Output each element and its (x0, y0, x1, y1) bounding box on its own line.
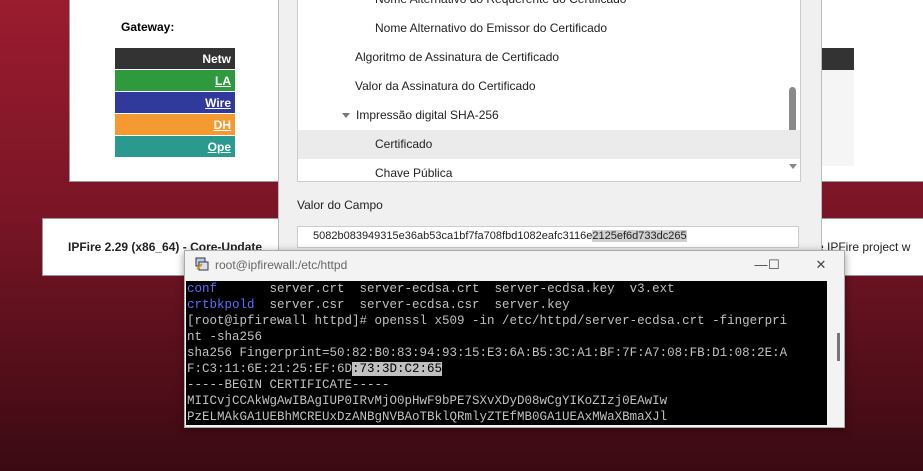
directory-name: conf (187, 282, 218, 296)
tree-item[interactable]: Certificado (298, 130, 800, 159)
terminal-text: server.csr server-ecdsa.csr server.key (254, 298, 570, 312)
terminal-text: -----BEGIN CERTIFICATE----- (187, 378, 390, 392)
tree-item-label: Algoritmo de Assinatura de Certificado (355, 50, 560, 64)
network-table-header: Netw (115, 48, 235, 70)
tree-item-label: Impressão digital SHA-256 (356, 108, 499, 122)
terminal-selection: :73:3D:C2:65 (352, 362, 443, 376)
terminal-text: nt -sha256 (187, 330, 263, 344)
tree-item[interactable]: Impressão digital SHA-256 (298, 101, 800, 130)
field-value-text: 5082b083949315e36ab53ca1bf7fa708fbd1082e… (313, 230, 593, 242)
terminal-text: PzELMAkGA1UEBhMCREUxDzANBgNVBAoTBklQRmly… (187, 410, 668, 424)
terminal-line: crtbkpold server.csr server-ecdsa.csr se… (186, 297, 827, 313)
field-value-label: Valor do Campo (297, 198, 383, 212)
tree-item-label: Chave Pública (375, 166, 453, 180)
terminal-text: F:C3:11:6E:21:25:EF:6D (187, 362, 353, 376)
terminal-line: sha256 Fingerprint=50:82:B0:83:94:93:15:… (186, 345, 827, 361)
field-value-selection: 2125ef6d733dc265 (592, 230, 687, 242)
network-link-openvpn[interactable]: Ope (115, 136, 235, 158)
network-link-lan[interactable]: LA (115, 70, 235, 92)
putty-icon (195, 257, 209, 271)
terminal-scrollbar-thumb[interactable] (837, 333, 840, 361)
terminal-output[interactable]: conf server.crt server-ecdsa.crt server-… (186, 281, 827, 425)
field-value-box[interactable]: 5082b083949315e36ab53ca1bf7fa708fbd1082e… (297, 226, 799, 248)
terminal-text: sha256 Fingerprint=50:82:B0:83:94:93:15:… (187, 346, 788, 360)
terminal-text: MIICvjCCAkWgAwIBAgIUP0IRvMjO0pHwF9bPE7SX… (187, 394, 668, 408)
tree-item[interactable]: Valor da Assinatura do Certificado (298, 72, 800, 101)
terminal-line: MIICvjCCAkWgAwIBAgIUP0IRvMjO0pHwF9bPE7SX… (186, 393, 827, 409)
terminal-line: F:C3:11:6E:21:25:EF:6D:73:3D:C2:65 (186, 361, 827, 377)
tree-item[interactable]: Algoritmo de Assinatura de Certificado (298, 43, 800, 72)
network-table: Netw LA Wire DH Ope (115, 48, 235, 158)
terminal-line: -----BEGIN CERTIFICATE----- (186, 377, 827, 393)
terminal-line: [root@ipfirewall httpd]# openssl x509 -i… (186, 313, 827, 329)
expand-arrow-icon[interactable] (342, 113, 350, 119)
gateway-label: Gateway: (121, 20, 175, 34)
terminal-text: server.crt server-ecdsa.crt server-ecdsa… (217, 282, 675, 296)
terminal-line: conf server.crt server-ecdsa.crt server-… (186, 281, 827, 297)
tree-item-label: Nome Alternativo do Requerente do Certif… (375, 0, 626, 6)
certificate-viewer-dialog: Nome Alternativo do Requerente do Certif… (278, 0, 822, 258)
close-button[interactable]: ✕ (810, 255, 832, 275)
terminal-window[interactable]: root@ipfirewall:/etc/httpd — ☐ ✕ conf se… (184, 250, 845, 428)
tree-item[interactable]: Nome Alternativo do Emissor do Certifica… (298, 14, 800, 43)
network-link-wireless[interactable]: Wire (115, 92, 235, 114)
directory-name: crtbkpold (187, 298, 255, 312)
maximize-button[interactable]: ☐ (763, 255, 785, 275)
terminal-title: root@ipfirewall:/etc/httpd (215, 258, 348, 272)
tree-item[interactable]: Chave Pública (298, 159, 800, 181)
certificate-field-tree[interactable]: Nome Alternativo do Requerente do Certif… (297, 0, 801, 182)
tree-item-label: Certificado (375, 137, 433, 151)
network-link-dhcp[interactable]: DH (115, 114, 235, 136)
tree-item-label: Nome Alternativo do Emissor do Certifica… (375, 21, 608, 35)
terminal-line: PzELMAkGA1UEBhMCREUxDzANBgNVBAoTBklQRmly… (186, 409, 827, 425)
terminal-text: [root@ipfirewall httpd]# openssl x509 -i… (187, 314, 788, 328)
tree-item-label: Valor da Assinatura do Certificado (355, 79, 536, 93)
tree-item[interactable]: Nome Alternativo do Requerente do Certif… (298, 0, 800, 14)
terminal-line: nt -sha256 (186, 329, 827, 345)
